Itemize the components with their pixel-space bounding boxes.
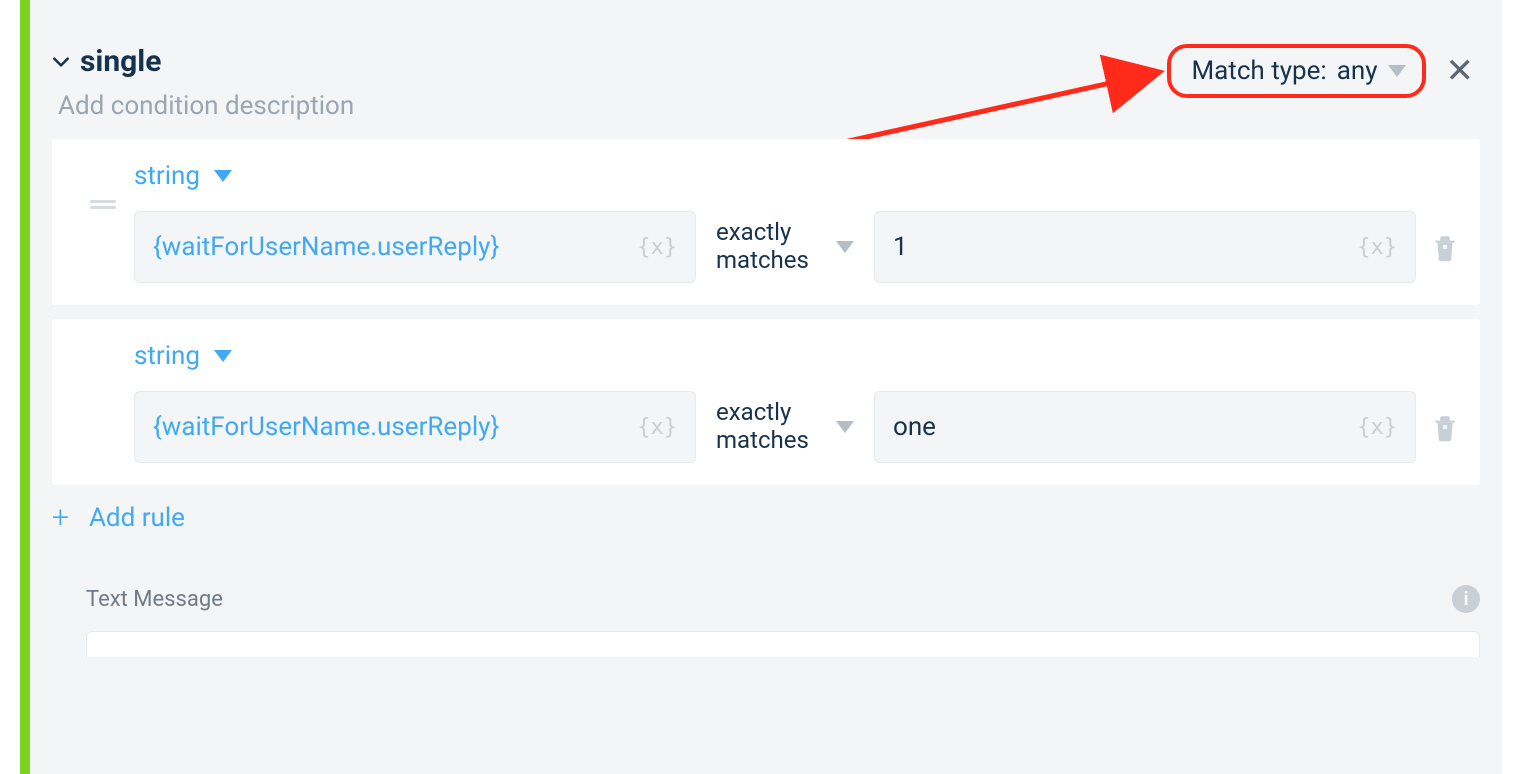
action-section: Text Message i [86, 585, 1480, 657]
rule-type-selector[interactable]: string [134, 341, 200, 371]
operator-label: exactly matches [716, 219, 826, 274]
rule-operator-selector[interactable]: exactly matches [710, 219, 860, 274]
panel-header: single Add condition description Match t… [30, 0, 1502, 129]
chevron-down-icon [836, 241, 854, 253]
rule-operator-selector[interactable]: exactly matches [710, 399, 860, 454]
add-rule-label: Add rule [89, 503, 185, 533]
info-icon[interactable]: i [1452, 585, 1480, 613]
rule-card: string {waitForUserName.userReply} {x} e… [52, 139, 1480, 305]
text-message-input[interactable] [86, 631, 1480, 657]
value-text: one [893, 412, 1357, 442]
variable-icon[interactable]: {x} [637, 235, 677, 260]
variable-icon[interactable]: {x} [1357, 235, 1397, 260]
plus-icon: + [52, 503, 69, 533]
rule-card: string {waitForUserName.userReply} {x} e… [52, 319, 1480, 485]
add-rule-button[interactable]: + Add rule [52, 503, 1502, 533]
chevron-down-icon [214, 350, 232, 362]
rule-left-operand[interactable]: {waitForUserName.userReply} {x} [134, 211, 696, 283]
variable-token: {waitForUserName.userReply} [153, 412, 637, 442]
chevron-down-icon [836, 421, 854, 433]
action-type-label: Text Message [86, 587, 223, 612]
variable-token: {waitForUserName.userReply} [153, 232, 637, 262]
value-text: 1 [893, 232, 1357, 262]
variable-icon[interactable]: {x} [637, 415, 677, 440]
delete-rule-button[interactable] [1430, 412, 1460, 442]
match-type-label: Match type: [1191, 56, 1326, 86]
rule-right-operand[interactable]: one {x} [874, 391, 1416, 463]
accent-bar [20, 0, 30, 774]
rule-right-operand[interactable]: 1 {x} [874, 211, 1416, 283]
collapse-icon[interactable] [52, 53, 70, 71]
condition-panel: single Add condition description Match t… [30, 0, 1502, 774]
match-type-selector[interactable]: Match type: any [1167, 44, 1425, 98]
close-icon[interactable]: ✕ [1440, 51, 1481, 91]
rule-left-operand[interactable]: {waitForUserName.userReply} {x} [134, 391, 696, 463]
drag-handle-icon[interactable] [90, 197, 116, 212]
delete-rule-button[interactable] [1430, 232, 1460, 262]
chevron-down-icon [1388, 65, 1406, 77]
operator-label: exactly matches [716, 399, 826, 454]
rule-type-selector[interactable]: string [134, 161, 200, 191]
variable-icon[interactable]: {x} [1357, 415, 1397, 440]
condition-title[interactable]: single [80, 44, 161, 79]
chevron-down-icon [214, 170, 232, 182]
match-type-value: any [1337, 56, 1378, 86]
